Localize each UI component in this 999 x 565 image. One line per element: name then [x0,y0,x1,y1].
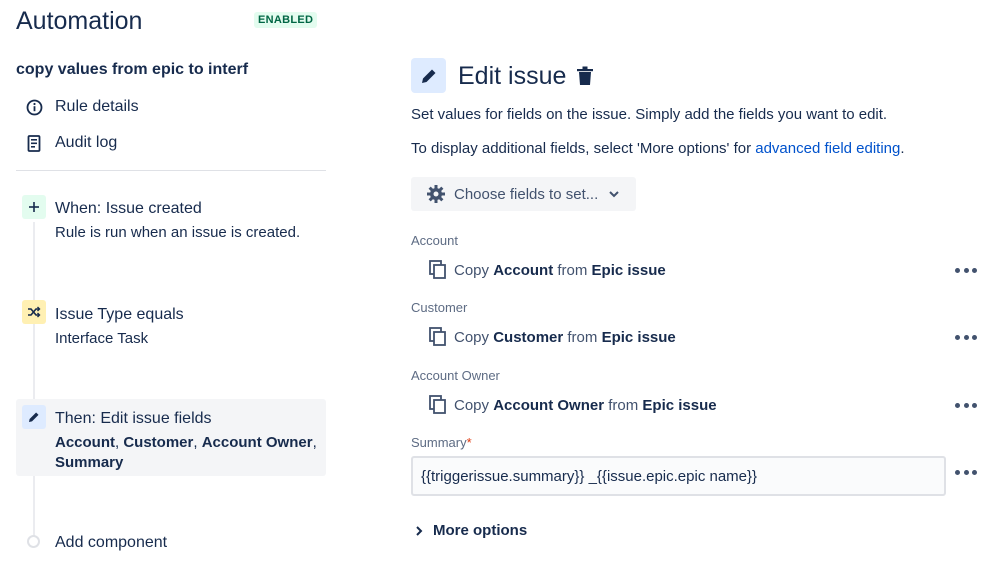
more-actions-icon[interactable] [955,262,977,278]
copy-verb: Copy [454,328,490,346]
copy-field-row[interactable]: Copy Account from Epic issue [429,260,666,280]
field-name: Summary [55,454,124,471]
field-name: Account Owner [201,434,313,451]
more-actions-icon[interactable] [955,329,977,345]
summary-label: Summary* [411,435,472,450]
plus-icon [22,195,46,219]
editor-title: Edit issue [458,62,567,90]
copy-from: from [567,328,598,346]
desc-suffix: . [900,140,905,157]
field-label: Customer [411,300,468,315]
component-subtitle: Rule is run when an issue is created. [55,224,301,241]
pencil-icon [411,58,446,93]
field-name: Account [55,434,115,451]
separator: , [312,434,321,451]
trash-icon[interactable] [576,66,594,86]
timeline-line [33,222,35,540]
copy-source: Epic issue [591,261,666,279]
copy-field-row[interactable]: Copy Customer from Epic issue [429,327,676,347]
more-actions-icon[interactable] [955,397,977,413]
summary-input[interactable]: {{triggerissue.summary}} _{{issue.epic.e… [411,456,946,496]
component-title: Issue Type equals [55,306,184,323]
component-subtitle: Interface Task [55,330,149,347]
nav-rule-details[interactable]: Rule details [24,96,139,118]
chevron-down-icon [609,191,619,198]
copy-source: Epic issue [601,328,676,346]
component-action[interactable]: Then: Edit issue fields Account, Custome… [16,399,326,476]
copy-icon [429,395,446,414]
add-component-button[interactable]: Add component [55,534,167,552]
copy-from: from [608,396,639,414]
nav-rule-details-label: Rule details [55,98,139,115]
component-trigger[interactable]: When: Issue created Rule is run when an … [16,190,326,250]
field-label: Account Owner [411,368,500,383]
more-options-toggle[interactable]: More options [414,522,527,539]
add-component-dot [27,535,40,548]
component-title: When: Issue created [55,200,202,217]
copy-icon [429,327,446,346]
copy-field-name: Account [493,261,554,279]
nav-audit-log-label: Audit log [55,134,118,151]
component-fields-line-1: Account, Customer, Account Owner, [55,433,321,453]
copy-source: Epic issue [642,396,717,414]
component-fields-line-2: Summary [55,453,123,473]
field-label: Account [411,233,458,248]
editor-description-advanced: To display additional fields, select 'Mo… [411,140,905,157]
rule-name: copy values from epic to interf [16,61,249,78]
copy-from: from [557,261,588,279]
summary-label-text: Summary [411,435,467,450]
separator: , [193,434,202,451]
choose-fields-button[interactable]: Choose fields to set... [411,177,636,211]
editor-description: Set values for fields on the issue. Simp… [411,106,888,123]
required-mark: * [466,435,472,450]
more-options-label: More options [433,522,528,539]
more-actions-icon[interactable] [955,464,977,480]
pencil-icon [22,405,46,429]
component-condition[interactable]: Issue Type equals Interface Task [16,296,326,356]
page-title: Automation [16,7,143,35]
copy-icon [429,260,446,279]
divider [16,170,326,171]
gear-icon [427,185,445,203]
copy-field-name: Account Owner [493,396,605,414]
advanced-field-editing-link[interactable]: advanced field editing [755,140,900,157]
desc-text: To display additional fields, select 'Mo… [411,140,756,157]
choose-fields-label: Choose fields to set... [454,185,599,203]
chevron-right-icon [416,525,423,536]
copy-verb: Copy [454,261,490,279]
document-icon [24,133,44,153]
status-badge: ENABLED [254,12,318,28]
nav-audit-log[interactable]: Audit log [24,132,117,154]
shuffle-icon [22,300,46,324]
info-icon [24,97,44,117]
copy-verb: Copy [454,396,490,414]
copy-field-name: Customer [493,328,564,346]
field-name: Customer [123,434,194,451]
copy-field-row[interactable]: Copy Account Owner from Epic issue [429,395,717,415]
component-title: Then: Edit issue fields [55,410,212,427]
